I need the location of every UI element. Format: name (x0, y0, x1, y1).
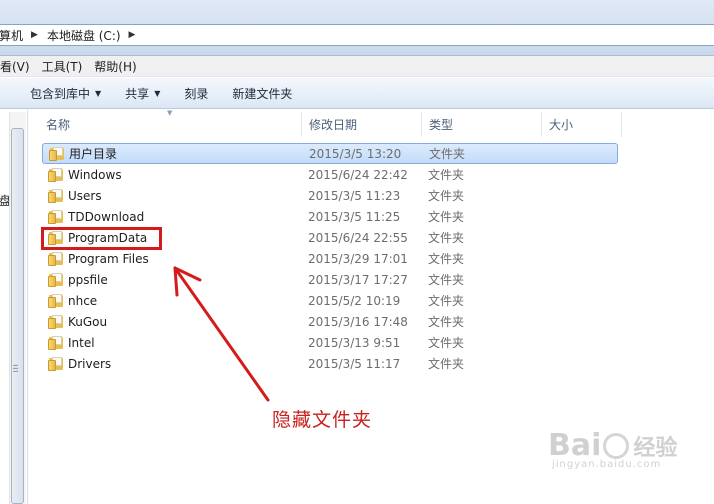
paw-icon (603, 432, 630, 459)
baidu-jingyan-watermark: Bai 经验 jingyan.baidu.com (548, 428, 708, 498)
watermark-url: jingyan.baidu.com (552, 459, 662, 470)
watermark-logo-text: Bai (548, 428, 602, 463)
watermark-logo-cn: 经验 (633, 435, 678, 461)
annotation-label: 隐藏文件夹 (272, 409, 373, 431)
